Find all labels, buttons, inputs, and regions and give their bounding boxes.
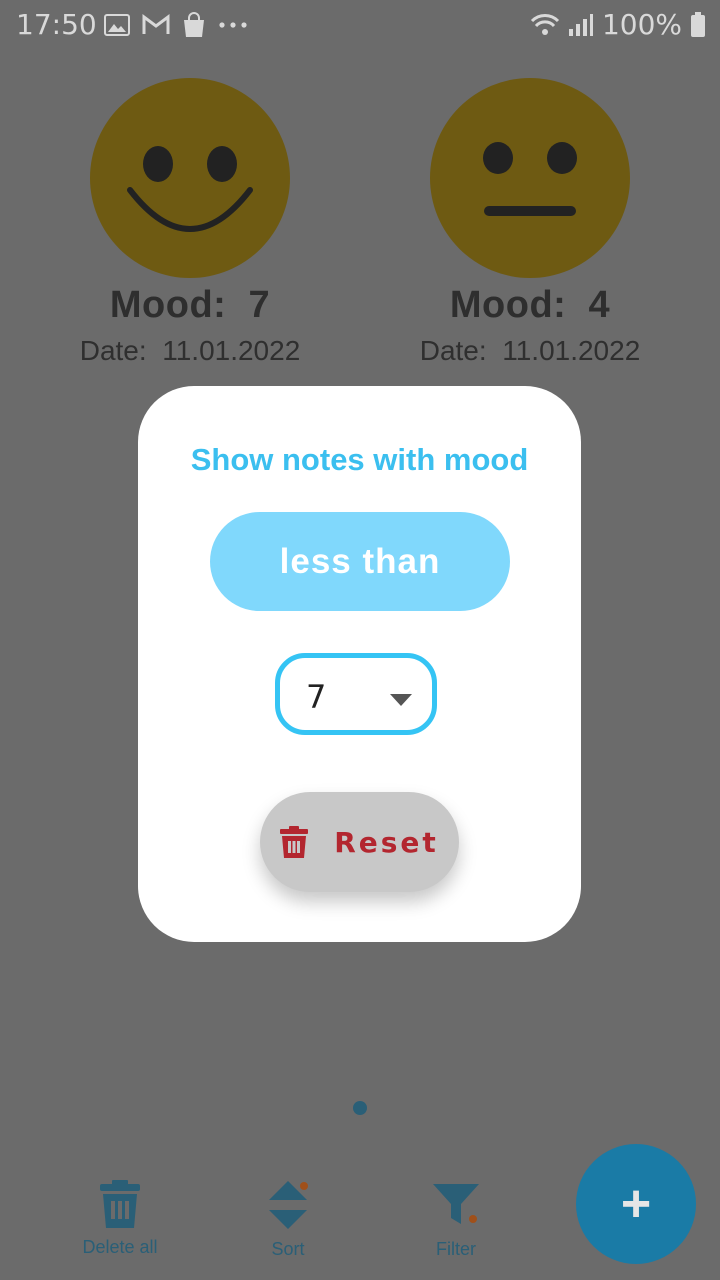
neutral-face-icon (430, 78, 630, 278)
battery-percent: 100% (601, 8, 682, 41)
mood-label: Mood: (449, 284, 567, 326)
date-label: Date: (419, 335, 487, 366)
date-line: Date: 11.01.2022 (400, 335, 660, 367)
shopping-bag-icon (184, 12, 204, 37)
gmail-icon (142, 14, 170, 34)
date-value: 11.01.2022 (502, 335, 641, 366)
filter-label: Filter (436, 1239, 476, 1259)
gallery-icon (104, 14, 130, 36)
note-card[interactable]: Mood: 7 Date: 11.01.2022 (60, 78, 320, 367)
more-icon (219, 22, 247, 28)
mood-select-value: 7 (306, 678, 327, 716)
reset-label: Reset (334, 825, 439, 859)
delete-all-label: Delete all (82, 1237, 158, 1257)
filter-button[interactable]: Filter (396, 1180, 516, 1260)
status-right: 100% (530, 8, 706, 41)
trash-icon (100, 1180, 140, 1228)
notification-icons (104, 12, 248, 38)
dialog-title: Show notes with mood (190, 442, 529, 477)
mood-label: Mood: (109, 284, 227, 326)
smiling-face-icon (90, 78, 290, 278)
plus-icon: + (620, 1175, 652, 1233)
note-card[interactable]: Mood: 4 Date: 11.01.2022 (400, 78, 660, 367)
add-note-button[interactable]: + (576, 1144, 696, 1264)
wifi-icon (530, 13, 560, 35)
filter-icon (433, 1184, 479, 1224)
battery-icon (691, 11, 705, 37)
filter-dialog: Show notes with mood less than 7 Reset (138, 386, 581, 942)
signal-icon (568, 13, 593, 36)
sort-button[interactable]: Sort (228, 1180, 348, 1260)
date-label: Date: (79, 335, 147, 366)
status-time: 17:50 (16, 8, 97, 41)
status-bar: 17:50 100% (0, 0, 720, 50)
page-indicator-dot (353, 1101, 367, 1115)
date-value: 11.01.2022 (162, 335, 301, 366)
mood-line: Mood: 4 (400, 284, 660, 327)
delete-all-button[interactable]: Delete all (60, 1180, 180, 1258)
mood-line: Mood: 7 (60, 284, 320, 327)
dropdown-arrow-icon (390, 694, 412, 706)
sort-icon (269, 1181, 308, 1229)
mood-value-select[interactable]: 7 (275, 653, 437, 735)
trash-icon (280, 826, 309, 858)
comparison-button[interactable]: less than (210, 512, 510, 611)
sort-label: Sort (271, 1239, 305, 1259)
reset-button[interactable]: Reset (260, 792, 459, 892)
date-line: Date: 11.01.2022 (60, 335, 320, 367)
mood-value: 4 (588, 284, 611, 326)
mood-value: 7 (248, 284, 271, 326)
